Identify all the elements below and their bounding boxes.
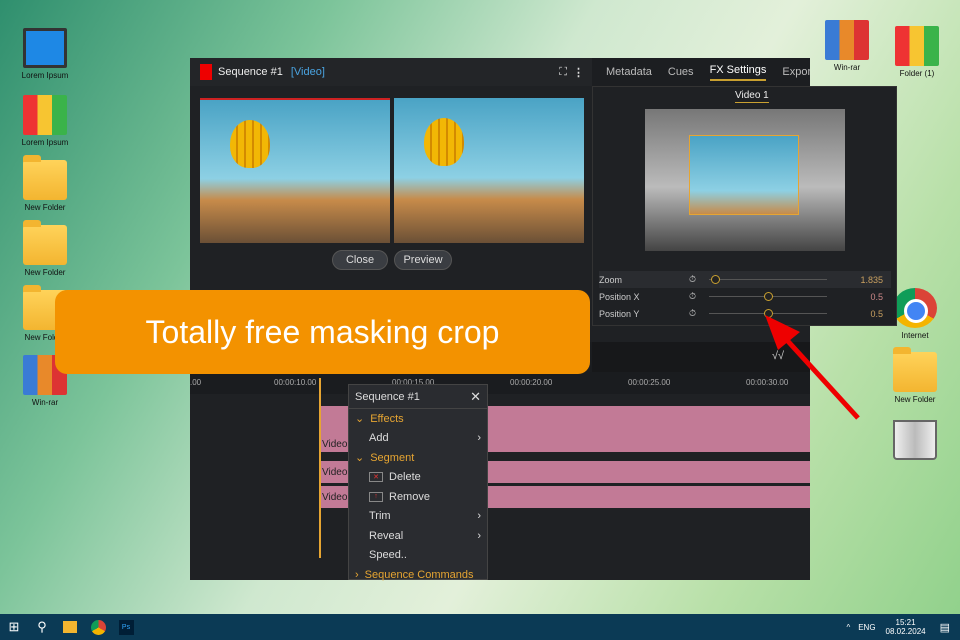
chevron-right-icon: ›: [477, 432, 481, 445]
notifications-icon[interactable]: ▤: [940, 621, 950, 634]
menu-item-label: Remove: [389, 490, 430, 503]
chrome-icon[interactable]: [84, 614, 112, 640]
menu-item-delete[interactable]: ✕ Delete: [349, 468, 487, 488]
date: 08.02.2024: [885, 627, 926, 636]
clock[interactable]: 15:21 08.02.2024: [886, 618, 926, 636]
menu-title: Sequence #1: [355, 390, 420, 403]
chevron-down-icon: ⌄: [355, 413, 365, 426]
context-menu: Sequence #1 ✕ ⌄ Effects Add › ⌄ Segment ✕ Delet…: [348, 384, 488, 581]
tray-chevron-icon[interactable]: ^: [846, 623, 850, 632]
windows-start-icon[interactable]: ⊞: [0, 614, 28, 640]
menu-item-label: Effects: [370, 412, 404, 425]
menu-item-label: Trim: [369, 510, 391, 523]
menu-item-label: Sequence Commands: [364, 568, 474, 581]
menu-item-add[interactable]: Add ›: [349, 429, 487, 449]
file-explorer-icon[interactable]: [56, 614, 84, 640]
menu-item-speed-[interactable]: Speed..: [349, 546, 487, 566]
menu-item-segment[interactable]: ⌄ Segment: [349, 448, 487, 468]
delete-icon: ✕: [369, 472, 383, 483]
photoshop-icon[interactable]: Ps: [112, 614, 140, 640]
search-icon[interactable]: ⚲: [28, 614, 56, 640]
chevron-down-icon: ⌄: [355, 452, 365, 465]
menu-item-label: Speed..: [369, 549, 407, 562]
remove-icon: ↑: [369, 491, 383, 502]
chevron-right-icon: ›: [477, 510, 481, 523]
language-indicator[interactable]: ENG: [858, 623, 875, 632]
menu-item-effects[interactable]: ⌄ Effects: [349, 409, 487, 429]
menu-item-label: Reveal: [369, 529, 404, 542]
menu-item-label: Add: [369, 432, 389, 445]
chevron-right-icon: ›: [477, 529, 481, 542]
chevron-right-icon: ›: [355, 568, 359, 581]
menu-item-remove[interactable]: ↑ Remove: [349, 487, 487, 507]
menu-item-label: Delete: [389, 471, 421, 484]
menu-item-trim[interactable]: Trim ›: [349, 507, 487, 527]
menu-item-sequence-commands[interactable]: › Sequence Commands: [349, 565, 487, 585]
close-icon[interactable]: ✕: [470, 389, 481, 405]
time: 15:21: [895, 618, 916, 627]
menu-item-label: Segment: [370, 451, 415, 464]
taskbar: ⊞ ⚲ Ps ^ ENG 15:21 08.02.2024 ▤: [0, 614, 960, 640]
menu-item-reveal[interactable]: Reveal ›: [349, 526, 487, 546]
